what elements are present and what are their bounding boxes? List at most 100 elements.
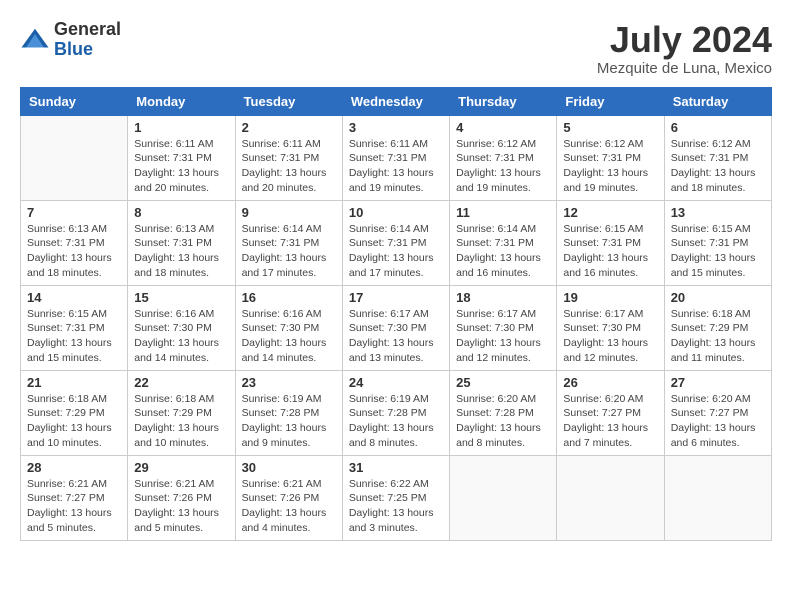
day-info: Sunrise: 6:17 AMSunset: 7:30 PMDaylight:…: [563, 307, 657, 366]
day-number: 4: [456, 120, 550, 135]
day-info: Sunrise: 6:11 AMSunset: 7:31 PMDaylight:…: [134, 137, 228, 196]
week-row-5: 28 Sunrise: 6:21 AMSunset: 7:27 PMDaylig…: [21, 455, 772, 540]
day-info: Sunrise: 6:15 AMSunset: 7:31 PMDaylight:…: [27, 307, 121, 366]
day-cell-3-0: 21 Sunrise: 6:18 AMSunset: 7:29 PMDaylig…: [21, 370, 128, 455]
day-number: 29: [134, 460, 228, 475]
day-info: Sunrise: 6:15 AMSunset: 7:31 PMDaylight:…: [563, 222, 657, 281]
day-info: Sunrise: 6:12 AMSunset: 7:31 PMDaylight:…: [563, 137, 657, 196]
day-number: 17: [349, 290, 443, 305]
day-cell-1-4: 11 Sunrise: 6:14 AMSunset: 7:31 PMDaylig…: [450, 200, 557, 285]
day-cell-1-2: 9 Sunrise: 6:14 AMSunset: 7:31 PMDayligh…: [235, 200, 342, 285]
day-info: Sunrise: 6:19 AMSunset: 7:28 PMDaylight:…: [242, 392, 336, 451]
day-cell-4-2: 30 Sunrise: 6:21 AMSunset: 7:26 PMDaylig…: [235, 455, 342, 540]
day-number: 24: [349, 375, 443, 390]
day-info: Sunrise: 6:18 AMSunset: 7:29 PMDaylight:…: [134, 392, 228, 451]
page-header: General Blue July 2024 Mezquite de Luna,…: [20, 20, 772, 77]
day-cell-3-3: 24 Sunrise: 6:19 AMSunset: 7:28 PMDaylig…: [342, 370, 449, 455]
day-number: 7: [27, 205, 121, 220]
col-saturday: Saturday: [664, 87, 771, 115]
day-cell-2-0: 14 Sunrise: 6:15 AMSunset: 7:31 PMDaylig…: [21, 285, 128, 370]
day-info: Sunrise: 6:17 AMSunset: 7:30 PMDaylight:…: [349, 307, 443, 366]
day-number: 25: [456, 375, 550, 390]
day-cell-2-3: 17 Sunrise: 6:17 AMSunset: 7:30 PMDaylig…: [342, 285, 449, 370]
col-thursday: Thursday: [450, 87, 557, 115]
day-info: Sunrise: 6:20 AMSunset: 7:28 PMDaylight:…: [456, 392, 550, 451]
week-row-2: 7 Sunrise: 6:13 AMSunset: 7:31 PMDayligh…: [21, 200, 772, 285]
day-info: Sunrise: 6:11 AMSunset: 7:31 PMDaylight:…: [349, 137, 443, 196]
day-info: Sunrise: 6:14 AMSunset: 7:31 PMDaylight:…: [349, 222, 443, 281]
location-subtitle: Mezquite de Luna, Mexico: [597, 60, 772, 77]
day-cell-4-0: 28 Sunrise: 6:21 AMSunset: 7:27 PMDaylig…: [21, 455, 128, 540]
day-number: 20: [671, 290, 765, 305]
day-cell-4-3: 31 Sunrise: 6:22 AMSunset: 7:25 PMDaylig…: [342, 455, 449, 540]
day-number: 2: [242, 120, 336, 135]
day-number: 6: [671, 120, 765, 135]
day-cell-3-4: 25 Sunrise: 6:20 AMSunset: 7:28 PMDaylig…: [450, 370, 557, 455]
day-number: 19: [563, 290, 657, 305]
month-year-title: July 2024: [597, 20, 772, 60]
col-wednesday: Wednesday: [342, 87, 449, 115]
day-number: 12: [563, 205, 657, 220]
logo-text: General Blue: [54, 20, 121, 60]
day-number: 9: [242, 205, 336, 220]
week-row-1: 1 Sunrise: 6:11 AMSunset: 7:31 PMDayligh…: [21, 115, 772, 200]
day-cell-0-0: [21, 115, 128, 200]
day-cell-1-5: 12 Sunrise: 6:15 AMSunset: 7:31 PMDaylig…: [557, 200, 664, 285]
day-info: Sunrise: 6:22 AMSunset: 7:25 PMDaylight:…: [349, 477, 443, 536]
day-cell-4-4: [450, 455, 557, 540]
col-tuesday: Tuesday: [235, 87, 342, 115]
day-number: 10: [349, 205, 443, 220]
day-cell-2-2: 16 Sunrise: 6:16 AMSunset: 7:30 PMDaylig…: [235, 285, 342, 370]
day-info: Sunrise: 6:18 AMSunset: 7:29 PMDaylight:…: [671, 307, 765, 366]
day-number: 23: [242, 375, 336, 390]
logo: General Blue: [20, 20, 121, 60]
day-number: 14: [27, 290, 121, 305]
day-info: Sunrise: 6:21 AMSunset: 7:27 PMDaylight:…: [27, 477, 121, 536]
day-cell-1-3: 10 Sunrise: 6:14 AMSunset: 7:31 PMDaylig…: [342, 200, 449, 285]
calendar-header-row: Sunday Monday Tuesday Wednesday Thursday…: [21, 87, 772, 115]
day-cell-3-2: 23 Sunrise: 6:19 AMSunset: 7:28 PMDaylig…: [235, 370, 342, 455]
calendar-table: Sunday Monday Tuesday Wednesday Thursday…: [20, 87, 772, 541]
day-cell-2-1: 15 Sunrise: 6:16 AMSunset: 7:30 PMDaylig…: [128, 285, 235, 370]
day-number: 27: [671, 375, 765, 390]
logo-icon: [20, 25, 50, 55]
week-row-3: 14 Sunrise: 6:15 AMSunset: 7:31 PMDaylig…: [21, 285, 772, 370]
day-info: Sunrise: 6:21 AMSunset: 7:26 PMDaylight:…: [134, 477, 228, 536]
logo-blue-text: Blue: [54, 39, 93, 59]
day-info: Sunrise: 6:16 AMSunset: 7:30 PMDaylight:…: [242, 307, 336, 366]
day-info: Sunrise: 6:21 AMSunset: 7:26 PMDaylight:…: [242, 477, 336, 536]
day-cell-4-6: [664, 455, 771, 540]
day-number: 30: [242, 460, 336, 475]
day-info: Sunrise: 6:12 AMSunset: 7:31 PMDaylight:…: [456, 137, 550, 196]
logo-general-text: General: [54, 19, 121, 39]
day-cell-2-6: 20 Sunrise: 6:18 AMSunset: 7:29 PMDaylig…: [664, 285, 771, 370]
day-number: 31: [349, 460, 443, 475]
day-cell-2-4: 18 Sunrise: 6:17 AMSunset: 7:30 PMDaylig…: [450, 285, 557, 370]
day-number: 28: [27, 460, 121, 475]
day-number: 16: [242, 290, 336, 305]
day-info: Sunrise: 6:15 AMSunset: 7:31 PMDaylight:…: [671, 222, 765, 281]
day-info: Sunrise: 6:20 AMSunset: 7:27 PMDaylight:…: [671, 392, 765, 451]
day-info: Sunrise: 6:16 AMSunset: 7:30 PMDaylight:…: [134, 307, 228, 366]
day-cell-3-1: 22 Sunrise: 6:18 AMSunset: 7:29 PMDaylig…: [128, 370, 235, 455]
day-cell-3-5: 26 Sunrise: 6:20 AMSunset: 7:27 PMDaylig…: [557, 370, 664, 455]
day-cell-1-6: 13 Sunrise: 6:15 AMSunset: 7:31 PMDaylig…: [664, 200, 771, 285]
day-info: Sunrise: 6:17 AMSunset: 7:30 PMDaylight:…: [456, 307, 550, 366]
day-info: Sunrise: 6:20 AMSunset: 7:27 PMDaylight:…: [563, 392, 657, 451]
day-number: 21: [27, 375, 121, 390]
day-number: 18: [456, 290, 550, 305]
day-cell-0-4: 4 Sunrise: 6:12 AMSunset: 7:31 PMDayligh…: [450, 115, 557, 200]
day-cell-3-6: 27 Sunrise: 6:20 AMSunset: 7:27 PMDaylig…: [664, 370, 771, 455]
col-monday: Monday: [128, 87, 235, 115]
day-cell-0-1: 1 Sunrise: 6:11 AMSunset: 7:31 PMDayligh…: [128, 115, 235, 200]
day-number: 11: [456, 205, 550, 220]
day-info: Sunrise: 6:13 AMSunset: 7:31 PMDaylight:…: [27, 222, 121, 281]
day-number: 15: [134, 290, 228, 305]
day-cell-0-2: 2 Sunrise: 6:11 AMSunset: 7:31 PMDayligh…: [235, 115, 342, 200]
day-cell-0-5: 5 Sunrise: 6:12 AMSunset: 7:31 PMDayligh…: [557, 115, 664, 200]
day-number: 3: [349, 120, 443, 135]
day-number: 13: [671, 205, 765, 220]
day-cell-0-3: 3 Sunrise: 6:11 AMSunset: 7:31 PMDayligh…: [342, 115, 449, 200]
day-info: Sunrise: 6:11 AMSunset: 7:31 PMDaylight:…: [242, 137, 336, 196]
col-friday: Friday: [557, 87, 664, 115]
